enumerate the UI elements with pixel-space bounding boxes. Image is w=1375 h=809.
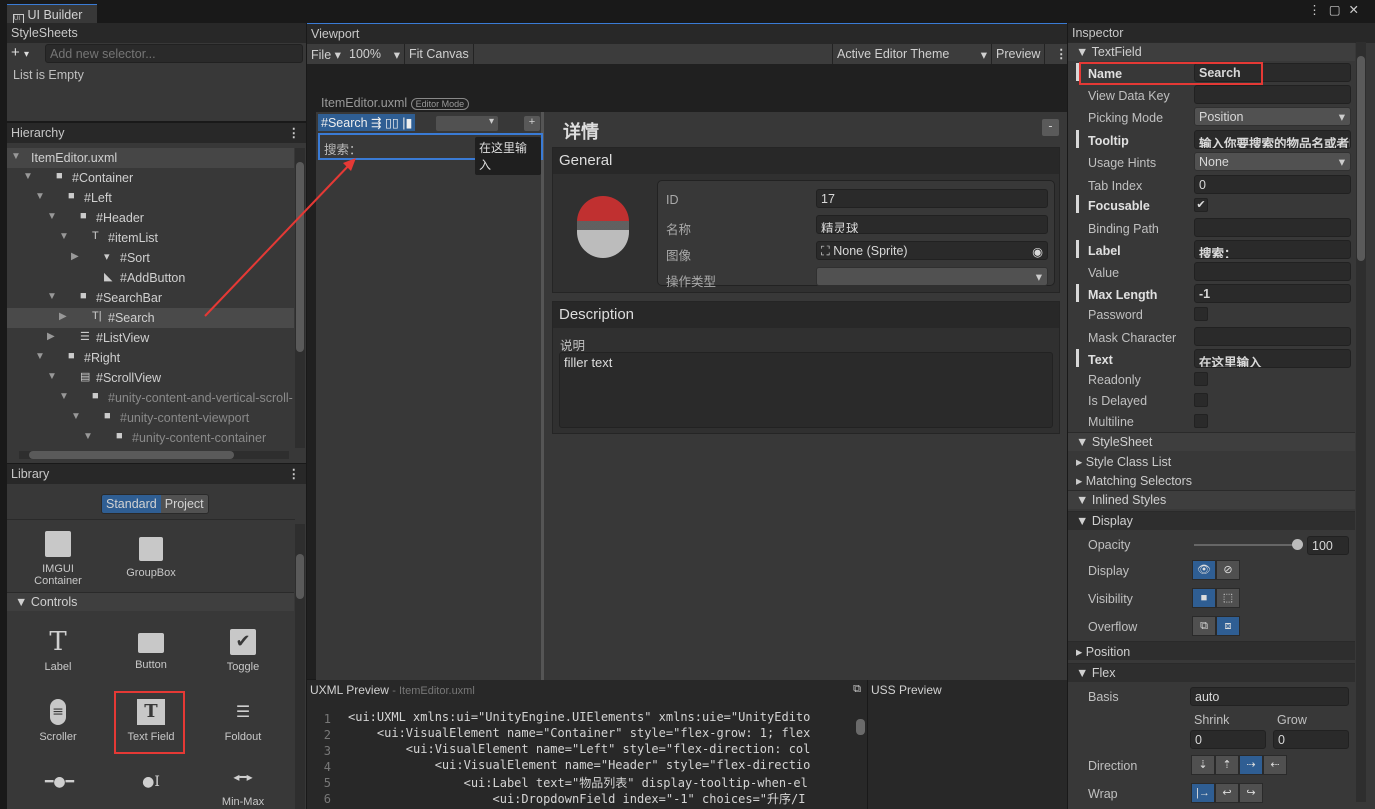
annotation-arrow: [204, 158, 356, 317]
